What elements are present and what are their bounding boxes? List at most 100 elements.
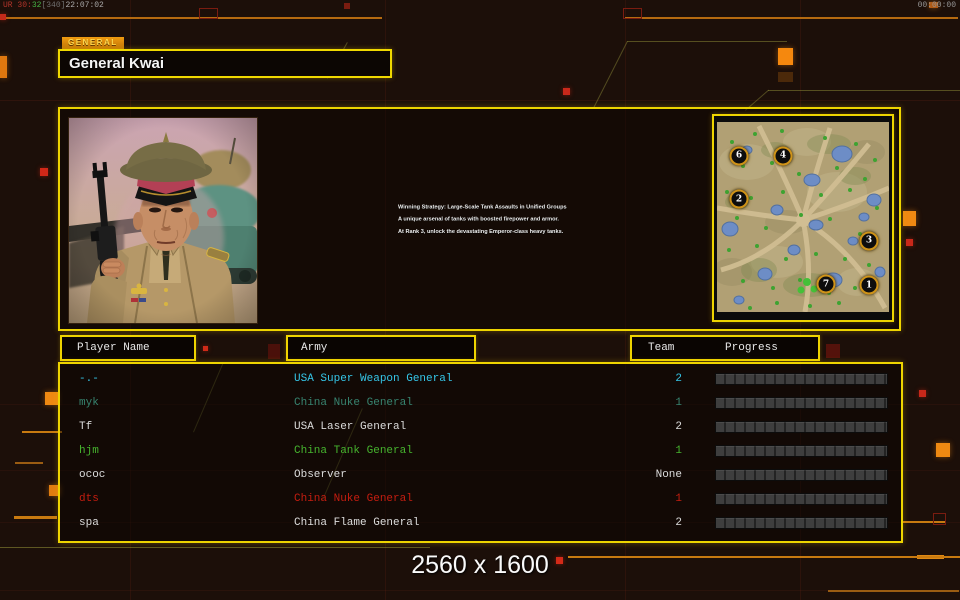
map-start-marker: 7 — [817, 275, 836, 294]
accent-square — [936, 443, 950, 457]
player-team: 1 — [620, 391, 682, 415]
grid-line — [0, 590, 960, 591]
accent-square — [199, 8, 218, 19]
player-team: 2 — [620, 511, 682, 535]
player-table: -.- USA Super Weapon General 2 myk China… — [58, 362, 903, 543]
player-progress-bar — [715, 397, 888, 409]
accent-line — [625, 17, 958, 19]
map-preview: 6 4 2 3 7 1 — [712, 114, 894, 322]
table-row: ococ Observer None — [60, 463, 901, 487]
column-header-player: Player Name — [60, 335, 196, 361]
circuit-line — [627, 41, 787, 42]
player-army: China Nuke General — [294, 391, 413, 415]
player-team: 2 — [620, 367, 682, 391]
player-team: 2 — [620, 415, 682, 439]
accent-square — [919, 390, 926, 397]
player-progress-bar — [715, 469, 888, 481]
map-start-marker: 6 — [730, 146, 749, 165]
accent-square — [903, 211, 916, 226]
accent-square — [826, 344, 840, 358]
match-timer: 00:00:00 — [918, 1, 956, 10]
player-team: 1 — [620, 439, 682, 463]
table-row: hjm China Tank General 1 — [60, 439, 901, 463]
accent-square — [778, 72, 793, 82]
general-name: General Kwai — [60, 51, 390, 76]
player-army: China Nuke General — [294, 487, 413, 511]
map-markers-layer: 6 4 2 3 7 1 — [717, 122, 889, 312]
map-start-marker: 4 — [774, 146, 793, 165]
table-row: Tf USA Laser General 2 — [60, 415, 901, 439]
fps-counter: 32 — [32, 1, 42, 10]
table-row: -.- USA Super Weapon General 2 — [60, 367, 901, 391]
general-portrait — [68, 117, 258, 324]
accent-square — [623, 8, 642, 19]
column-header-team-progress: Team Progress — [630, 335, 820, 361]
player-name: ococ — [79, 463, 105, 487]
system-clock: 22:07:02 — [65, 1, 103, 10]
description-line: A unique arsenal of tanks with boosted f… — [398, 213, 588, 225]
player-army: China Flame General — [294, 511, 419, 535]
accent-line — [903, 521, 945, 523]
general-tab-label: GENERAL — [62, 37, 124, 49]
accent-square — [933, 513, 946, 525]
circuit-line — [593, 41, 628, 108]
player-name: dts — [79, 487, 99, 511]
circuit-line — [768, 90, 960, 91]
player-name: -.- — [79, 367, 99, 391]
general-description: Winning Strategy: Large-Scale Tank Assau… — [398, 201, 588, 238]
session-id: UR 30: — [3, 1, 32, 10]
loading-screen: UR 30:32[340]22:07:02 00:00:00 GENERAL G… — [0, 0, 960, 600]
accent-square — [563, 88, 570, 95]
player-progress-bar — [715, 493, 888, 505]
status-bar: UR 30:32[340]22:07:02 — [3, 1, 104, 10]
accent-square — [45, 392, 58, 405]
general-portrait-image — [69, 118, 257, 323]
accent-square — [344, 3, 350, 9]
table-row: spa China Flame General 2 — [60, 511, 901, 535]
grid-line — [0, 100, 960, 101]
map-start-marker: 1 — [860, 276, 879, 295]
player-army: USA Laser General — [294, 415, 406, 439]
player-progress-bar — [715, 445, 888, 457]
player-army: USA Super Weapon General — [294, 367, 452, 391]
player-progress-bar — [715, 517, 888, 529]
ping-counter: [340] — [41, 1, 65, 10]
map-image: 6 4 2 3 7 1 — [717, 122, 889, 312]
general-name-box: General Kwai — [58, 49, 392, 78]
player-army: China Tank General — [294, 439, 413, 463]
accent-square — [0, 14, 6, 20]
progress-header: Progress — [681, 342, 778, 354]
accent-square — [40, 168, 48, 176]
player-progress-bar — [715, 421, 888, 433]
description-line: At Rank 3, unlock the devastating Empero… — [398, 226, 588, 238]
player-army: Observer — [294, 463, 347, 487]
accent-square — [906, 239, 913, 246]
player-name-header: Player Name — [62, 342, 150, 354]
resolution-label: 2560 x 1600 — [0, 551, 960, 580]
player-name: spa — [79, 511, 99, 535]
player-rows: -.- USA Super Weapon General 2 myk China… — [60, 367, 901, 535]
player-team: 1 — [620, 487, 682, 511]
column-header-army: Army — [286, 335, 476, 361]
map-start-marker: 2 — [730, 190, 749, 209]
army-header: Army — [288, 342, 327, 354]
player-name: myk — [79, 391, 99, 415]
player-name: hjm — [79, 439, 99, 463]
player-team: None — [620, 463, 682, 487]
accent-square — [268, 344, 280, 359]
table-row: dts China Nuke General 1 — [60, 487, 901, 511]
map-start-marker: 3 — [860, 231, 879, 250]
description-line: Winning Strategy: Large-Scale Tank Assau… — [398, 201, 588, 213]
accent-line — [828, 590, 959, 592]
accent-square — [778, 48, 793, 65]
accent-square — [0, 56, 7, 78]
accent-line — [22, 431, 62, 433]
accent-line — [15, 462, 43, 464]
player-progress-bar — [715, 373, 888, 385]
accent-line — [14, 516, 57, 519]
circuit-line — [0, 547, 430, 548]
accent-square — [203, 346, 208, 351]
table-row: myk China Nuke General 1 — [60, 391, 901, 415]
accent-line — [2, 17, 382, 19]
team-header: Team — [632, 342, 674, 354]
